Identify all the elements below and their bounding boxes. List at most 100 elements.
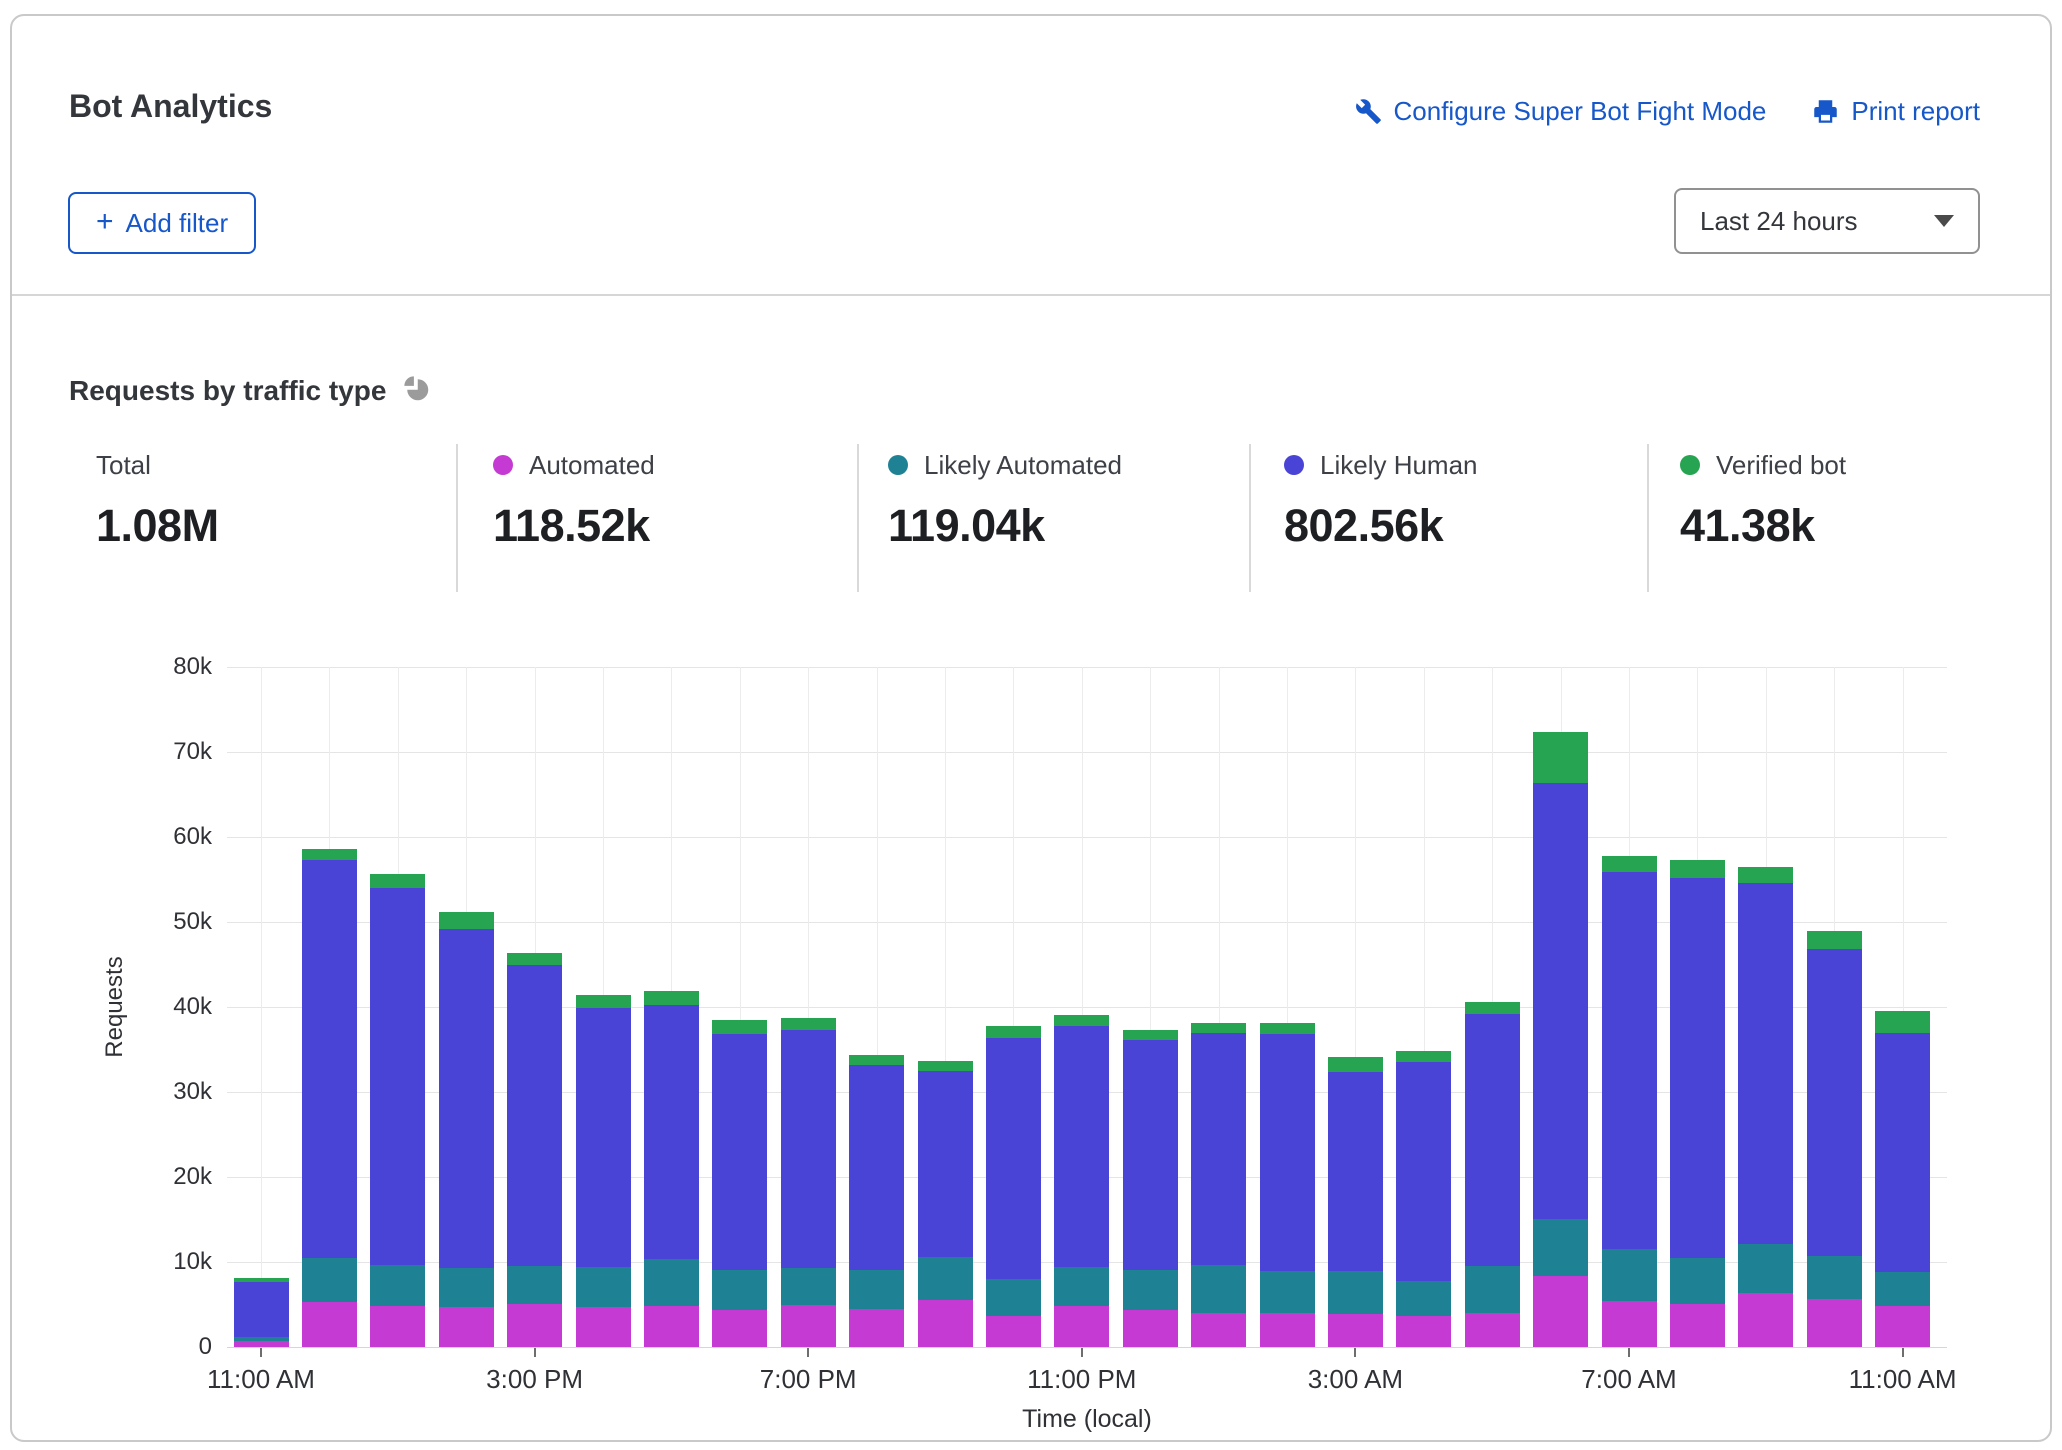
- segment-automated: [1191, 1313, 1246, 1347]
- segment-verified-bot: [781, 1018, 836, 1030]
- segment-likely-automated: [370, 1265, 425, 1306]
- bar-2-00-am[interactable]: [1260, 1023, 1315, 1347]
- segment-automated: [918, 1300, 973, 1347]
- segment-verified-bot: [370, 874, 425, 888]
- bot-analytics-screen: Bot Analytics Configure Super Bot Fight …: [0, 0, 2062, 1450]
- printer-icon: [1812, 98, 1839, 125]
- segment-verified-bot: [1602, 856, 1657, 872]
- configure-super-bot-fight-mode-link[interactable]: Configure Super Bot Fight Mode: [1355, 96, 1767, 127]
- bar-4-00-am[interactable]: [1396, 1051, 1451, 1347]
- segment-automated: [1396, 1316, 1451, 1347]
- stat-label: Likely Automated: [924, 450, 1122, 481]
- segment-likely-automated: [1533, 1219, 1588, 1276]
- stat-divider: [1647, 444, 1649, 592]
- y-gridline: [227, 837, 1947, 838]
- stat-divider: [857, 444, 859, 592]
- x-tick-label: 11:00 AM: [1803, 1364, 2003, 1395]
- header-divider: [12, 294, 2050, 296]
- segment-verified-bot: [507, 953, 562, 966]
- segment-automated: [234, 1341, 289, 1347]
- segment-likely-human: [1328, 1072, 1383, 1272]
- bar-6-00-am[interactable]: [1533, 732, 1588, 1347]
- bar-8-00-am[interactable]: [1670, 860, 1725, 1347]
- bar-12-00-pm[interactable]: [302, 849, 357, 1347]
- segment-automated: [1123, 1310, 1178, 1347]
- x-tick-mark: [1081, 1348, 1083, 1357]
- segment-automated: [302, 1302, 357, 1347]
- add-filter-button[interactable]: + Add filter: [68, 192, 256, 254]
- segment-automated: [986, 1316, 1041, 1347]
- stat-label: Likely Human: [1320, 450, 1478, 481]
- segment-automated: [576, 1307, 631, 1347]
- segment-automated: [1602, 1301, 1657, 1347]
- bar-11-00-am[interactable]: [1875, 1011, 1930, 1347]
- y-tick-label: 50k: [132, 908, 212, 936]
- segment-likely-automated: [1807, 1256, 1862, 1299]
- segment-automated: [849, 1309, 904, 1347]
- stat-automated[interactable]: Automated118.52k: [493, 448, 655, 552]
- segment-verified-bot: [644, 991, 699, 1005]
- segment-likely-automated: [781, 1268, 836, 1305]
- segment-likely-human: [1054, 1026, 1109, 1267]
- bar-7-00-am[interactable]: [1602, 856, 1657, 1347]
- segment-automated: [1807, 1299, 1862, 1347]
- segment-verified-bot: [1396, 1051, 1451, 1062]
- segment-automated: [507, 1304, 562, 1347]
- stat-label: Total: [96, 450, 151, 481]
- print-report-link[interactable]: Print report: [1812, 96, 1980, 127]
- segment-likely-human: [1738, 883, 1793, 1244]
- bar-10-00-pm[interactable]: [986, 1026, 1041, 1347]
- bar-6-00-pm[interactable]: [712, 1020, 767, 1347]
- segment-likely-automated: [576, 1267, 631, 1307]
- bar-5-00-am[interactable]: [1465, 1002, 1520, 1347]
- bar-8-00-pm[interactable]: [849, 1055, 904, 1347]
- segment-automated: [370, 1306, 425, 1347]
- chevron-down-icon: [1934, 215, 1954, 227]
- time-range-dropdown[interactable]: Last 24 hours: [1674, 188, 1980, 254]
- bar-7-00-pm[interactable]: [781, 1018, 836, 1347]
- bar-1-00-pm[interactable]: [370, 874, 425, 1347]
- segment-likely-human: [712, 1034, 767, 1269]
- bar-1-00-am[interactable]: [1191, 1023, 1246, 1347]
- segment-likely-human: [234, 1282, 289, 1336]
- segment-automated: [1465, 1313, 1520, 1347]
- y-tick-label: 20k: [132, 1163, 212, 1191]
- stat-likely-automated[interactable]: Likely Automated119.04k: [888, 448, 1122, 552]
- segment-likely-human: [781, 1030, 836, 1268]
- bar-4-00-pm[interactable]: [576, 995, 631, 1347]
- section-title: Requests by traffic type: [69, 375, 386, 407]
- segment-likely-automated: [1738, 1244, 1793, 1294]
- bar-9-00-am[interactable]: [1738, 867, 1793, 1347]
- segment-likely-automated: [918, 1257, 973, 1300]
- x-tick-mark: [534, 1348, 536, 1357]
- segment-likely-automated: [1602, 1249, 1657, 1301]
- segment-verified-bot: [1670, 860, 1725, 878]
- time-range-value: Last 24 hours: [1700, 206, 1858, 237]
- stat-total[interactable]: Total1.08M: [96, 448, 219, 552]
- plus-icon: +: [96, 207, 114, 237]
- segment-automated: [781, 1305, 836, 1347]
- bar-11-00-pm[interactable]: [1054, 1015, 1109, 1347]
- bar-3-00-am[interactable]: [1328, 1057, 1383, 1347]
- bar-2-00-pm[interactable]: [439, 912, 494, 1347]
- section-title-row: Requests by traffic type: [69, 374, 430, 407]
- stat-likely-human[interactable]: Likely Human802.56k: [1284, 448, 1478, 552]
- segment-automated: [1670, 1304, 1725, 1347]
- bar-12-00-am[interactable]: [1123, 1030, 1178, 1347]
- y-tick-label: 80k: [132, 653, 212, 681]
- segment-verified-bot: [712, 1020, 767, 1034]
- y-tick-label: 10k: [132, 1248, 212, 1276]
- x-tick-label: 7:00 PM: [708, 1364, 908, 1395]
- segment-likely-automated: [1875, 1272, 1930, 1306]
- bar-9-00-pm[interactable]: [918, 1061, 973, 1347]
- segment-likely-human: [1396, 1062, 1451, 1280]
- segment-likely-automated: [1260, 1271, 1315, 1313]
- bar-10-00-am[interactable]: [1807, 931, 1862, 1347]
- bar-11-00-am[interactable]: [234, 1278, 289, 1347]
- bar-3-00-pm[interactable]: [507, 953, 562, 1347]
- stat-verified-bot[interactable]: Verified bot41.38k: [1680, 448, 1846, 552]
- bar-5-00-pm[interactable]: [644, 991, 699, 1347]
- x-tick-label: 11:00 AM: [161, 1364, 361, 1395]
- segment-automated: [1533, 1276, 1588, 1347]
- segment-verified-bot: [1054, 1015, 1109, 1026]
